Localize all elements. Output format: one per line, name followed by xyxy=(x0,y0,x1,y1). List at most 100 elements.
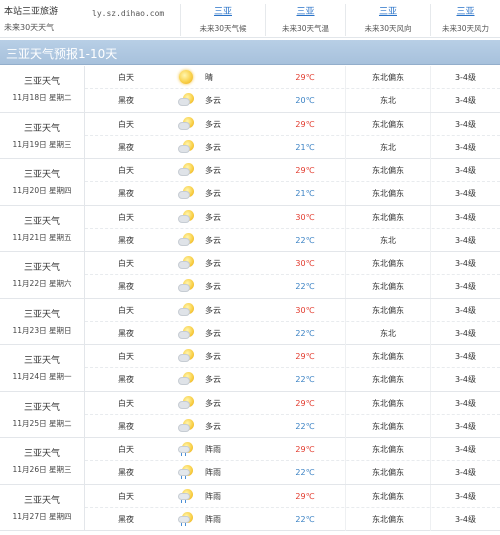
temperature: 22℃ xyxy=(295,375,315,384)
period-label: 白天 xyxy=(118,398,134,408)
forecast-row: 黑夜 多云 21℃ 东北偏东 3-4级 xyxy=(85,182,500,205)
column-link-temp[interactable]: 三亚 xyxy=(266,4,345,17)
wind-direction: 东北 xyxy=(345,321,430,345)
date-text: 11月18日 xyxy=(12,93,47,102)
forecast-row: 黑夜 多云 21℃ 东北 3-4级 xyxy=(85,135,500,159)
wind-direction: 东北偏东 xyxy=(345,159,430,182)
day-date: 11月27日 星期四 xyxy=(0,511,84,522)
forecast-row: 黑夜 多云 22℃ 东北 3-4级 xyxy=(85,321,500,345)
date-text: 11月26日 xyxy=(12,465,47,474)
partly-cloudy-icon xyxy=(167,229,205,252)
weather-desc: 多云 xyxy=(205,96,221,105)
temperature: 30℃ xyxy=(295,212,315,222)
day-name-link[interactable]: 三亚天气 xyxy=(0,260,84,273)
date-text: 11月24日 xyxy=(12,372,47,381)
forecast-day: 三亚天气 11月27日 星期四 白天 阵雨 29℃ 东北偏东 3-4级 黑夜 阵雨 22℃ 东北偏东… xyxy=(0,484,500,531)
column-header-wind: 三亚 未来30天风向 xyxy=(345,4,430,36)
temperature: 21℃ xyxy=(295,142,315,152)
forecast-row: 白天 多云 29℃ 东北偏东 3-4级 xyxy=(85,391,500,415)
day-name-link[interactable]: 三亚天气 xyxy=(0,167,84,180)
day-name-link[interactable]: 三亚天气 xyxy=(0,446,84,459)
weather-desc: 阵雨 xyxy=(205,514,221,524)
partly-cloudy-icon xyxy=(167,252,205,275)
wind-level: 3-4级 xyxy=(430,112,500,136)
wind-direction: 东北 xyxy=(345,228,430,252)
weekday-text: 星期六 xyxy=(48,279,72,288)
weekday-text: 星期四 xyxy=(48,186,72,195)
day-name-link[interactable]: 三亚天气 xyxy=(0,121,84,134)
wind-level: 3-4级 xyxy=(430,321,500,345)
wind-direction: 东北 xyxy=(345,89,430,112)
weather-desc: 多云 xyxy=(205,142,221,152)
day-name-link[interactable]: 三亚天气 xyxy=(0,493,84,506)
wind-direction: 东北偏东 xyxy=(345,484,430,508)
temperature: 29℃ xyxy=(295,352,315,361)
weather-desc: 多云 xyxy=(205,212,221,222)
temperature: 22℃ xyxy=(295,328,315,338)
wind-level: 3-4级 xyxy=(430,438,500,461)
weekday-text: 星期三 xyxy=(48,139,72,149)
wind-level: 3-4级 xyxy=(430,66,500,89)
wind-level: 3-4级 xyxy=(430,391,500,415)
weekday-text: 星期二 xyxy=(48,93,72,102)
temperature: 29℃ xyxy=(295,119,315,129)
partly-cloudy-icon xyxy=(167,415,205,438)
wind-direction: 东北偏东 xyxy=(345,205,430,229)
wind-direction: 东北偏东 xyxy=(345,66,430,89)
day-name-link[interactable]: 三亚天气 xyxy=(0,400,84,413)
day-name-link[interactable]: 三亚天气 xyxy=(0,307,84,320)
temperature: 22℃ xyxy=(295,235,315,245)
site-url[interactable]: ly.sz.dihao.com xyxy=(92,9,164,18)
column-link-climate[interactable]: 三亚 xyxy=(181,4,265,17)
forecast-row: 黑夜 多云 22℃ 东北偏东 3-4级 xyxy=(85,414,500,438)
wind-direction: 东北偏东 xyxy=(345,112,430,136)
period-label: 白天 xyxy=(118,491,134,501)
forecast-day: 三亚天气 11月18日 星期二 白天晴 29℃ 东北偏东 3-4级 黑夜 多云 20℃ 东北 3-4… xyxy=(0,66,500,113)
wind-level: 3-4级 xyxy=(430,135,500,159)
day-name-link[interactable]: 三亚天气 xyxy=(0,353,84,366)
date-text: 11月19日 xyxy=(12,139,47,149)
weekday-text: 星期三 xyxy=(48,465,72,474)
column-link-wind[interactable]: 三亚 xyxy=(346,4,430,17)
sun-icon xyxy=(167,66,205,89)
column-link-level[interactable]: 三亚 xyxy=(431,4,500,17)
wind-direction: 东北偏东 xyxy=(345,252,430,275)
partly-cloudy-icon xyxy=(167,159,205,182)
rain-icon xyxy=(167,438,205,461)
weather-desc: 晴 xyxy=(205,73,213,82)
forecast-row: 白天 阵雨 29℃ 东北偏东 3-4级 xyxy=(85,438,500,461)
rain-icon xyxy=(167,485,205,508)
weather-desc: 多云 xyxy=(205,398,221,408)
partly-cloudy-icon xyxy=(167,345,205,368)
site-brand[interactable]: 本站三亚旅游 未来30天天气 xyxy=(4,4,104,36)
weather-desc: 阵雨 xyxy=(205,491,221,501)
period-label: 白天 xyxy=(118,73,134,82)
day-name-link[interactable]: 三亚天气 xyxy=(0,74,84,87)
weekday-text: 星期日 xyxy=(48,325,72,335)
day-label: 三亚天气 11月26日 星期三 xyxy=(0,438,85,484)
wind-direction: 东北偏东 xyxy=(345,507,430,531)
forecast-row: 黑夜 阵雨 22℃ 东北偏东 3-4级 xyxy=(85,461,500,484)
column-subtitle-level: 未来30天风力 xyxy=(441,24,490,33)
wind-level: 3-4级 xyxy=(430,89,500,112)
forecast-row: 白天 多云 29℃ 东北偏东 3-4级 xyxy=(85,345,500,368)
temperature: 20℃ xyxy=(295,96,315,105)
forecast-row: 黑夜 多云 22℃ 东北 3-4级 xyxy=(85,228,500,252)
period-label: 黑夜 xyxy=(118,514,134,524)
column-header-climate: 三亚 未来30天气候 xyxy=(180,4,265,36)
day-name-link[interactable]: 三亚天气 xyxy=(0,214,84,227)
weather-desc: 多云 xyxy=(205,421,221,431)
wind-level: 3-4级 xyxy=(430,484,500,508)
wind-level: 3-4级 xyxy=(430,228,500,252)
temperature: 22℃ xyxy=(295,514,315,524)
period-label: 黑夜 xyxy=(118,468,134,477)
period-label: 白天 xyxy=(118,305,134,315)
forecast-row: 白天 多云 30℃ 东北偏东 3-4级 xyxy=(85,205,500,229)
forecast-row: 白天 阵雨 29℃ 东北偏东 3-4级 xyxy=(85,484,500,508)
section-header: 三亚天气预报1-10天 xyxy=(0,40,500,65)
column-subtitle-climate: 未来30天气候 xyxy=(199,24,247,33)
date-text: 11月23日 xyxy=(12,325,47,335)
day-label: 三亚天气 11月25日 星期二 xyxy=(0,391,85,437)
partly-cloudy-icon xyxy=(167,322,205,345)
page-header: 本站三亚旅游 未来30天天气 ly.sz.dihao.com 三亚 未来30天气… xyxy=(0,0,500,38)
